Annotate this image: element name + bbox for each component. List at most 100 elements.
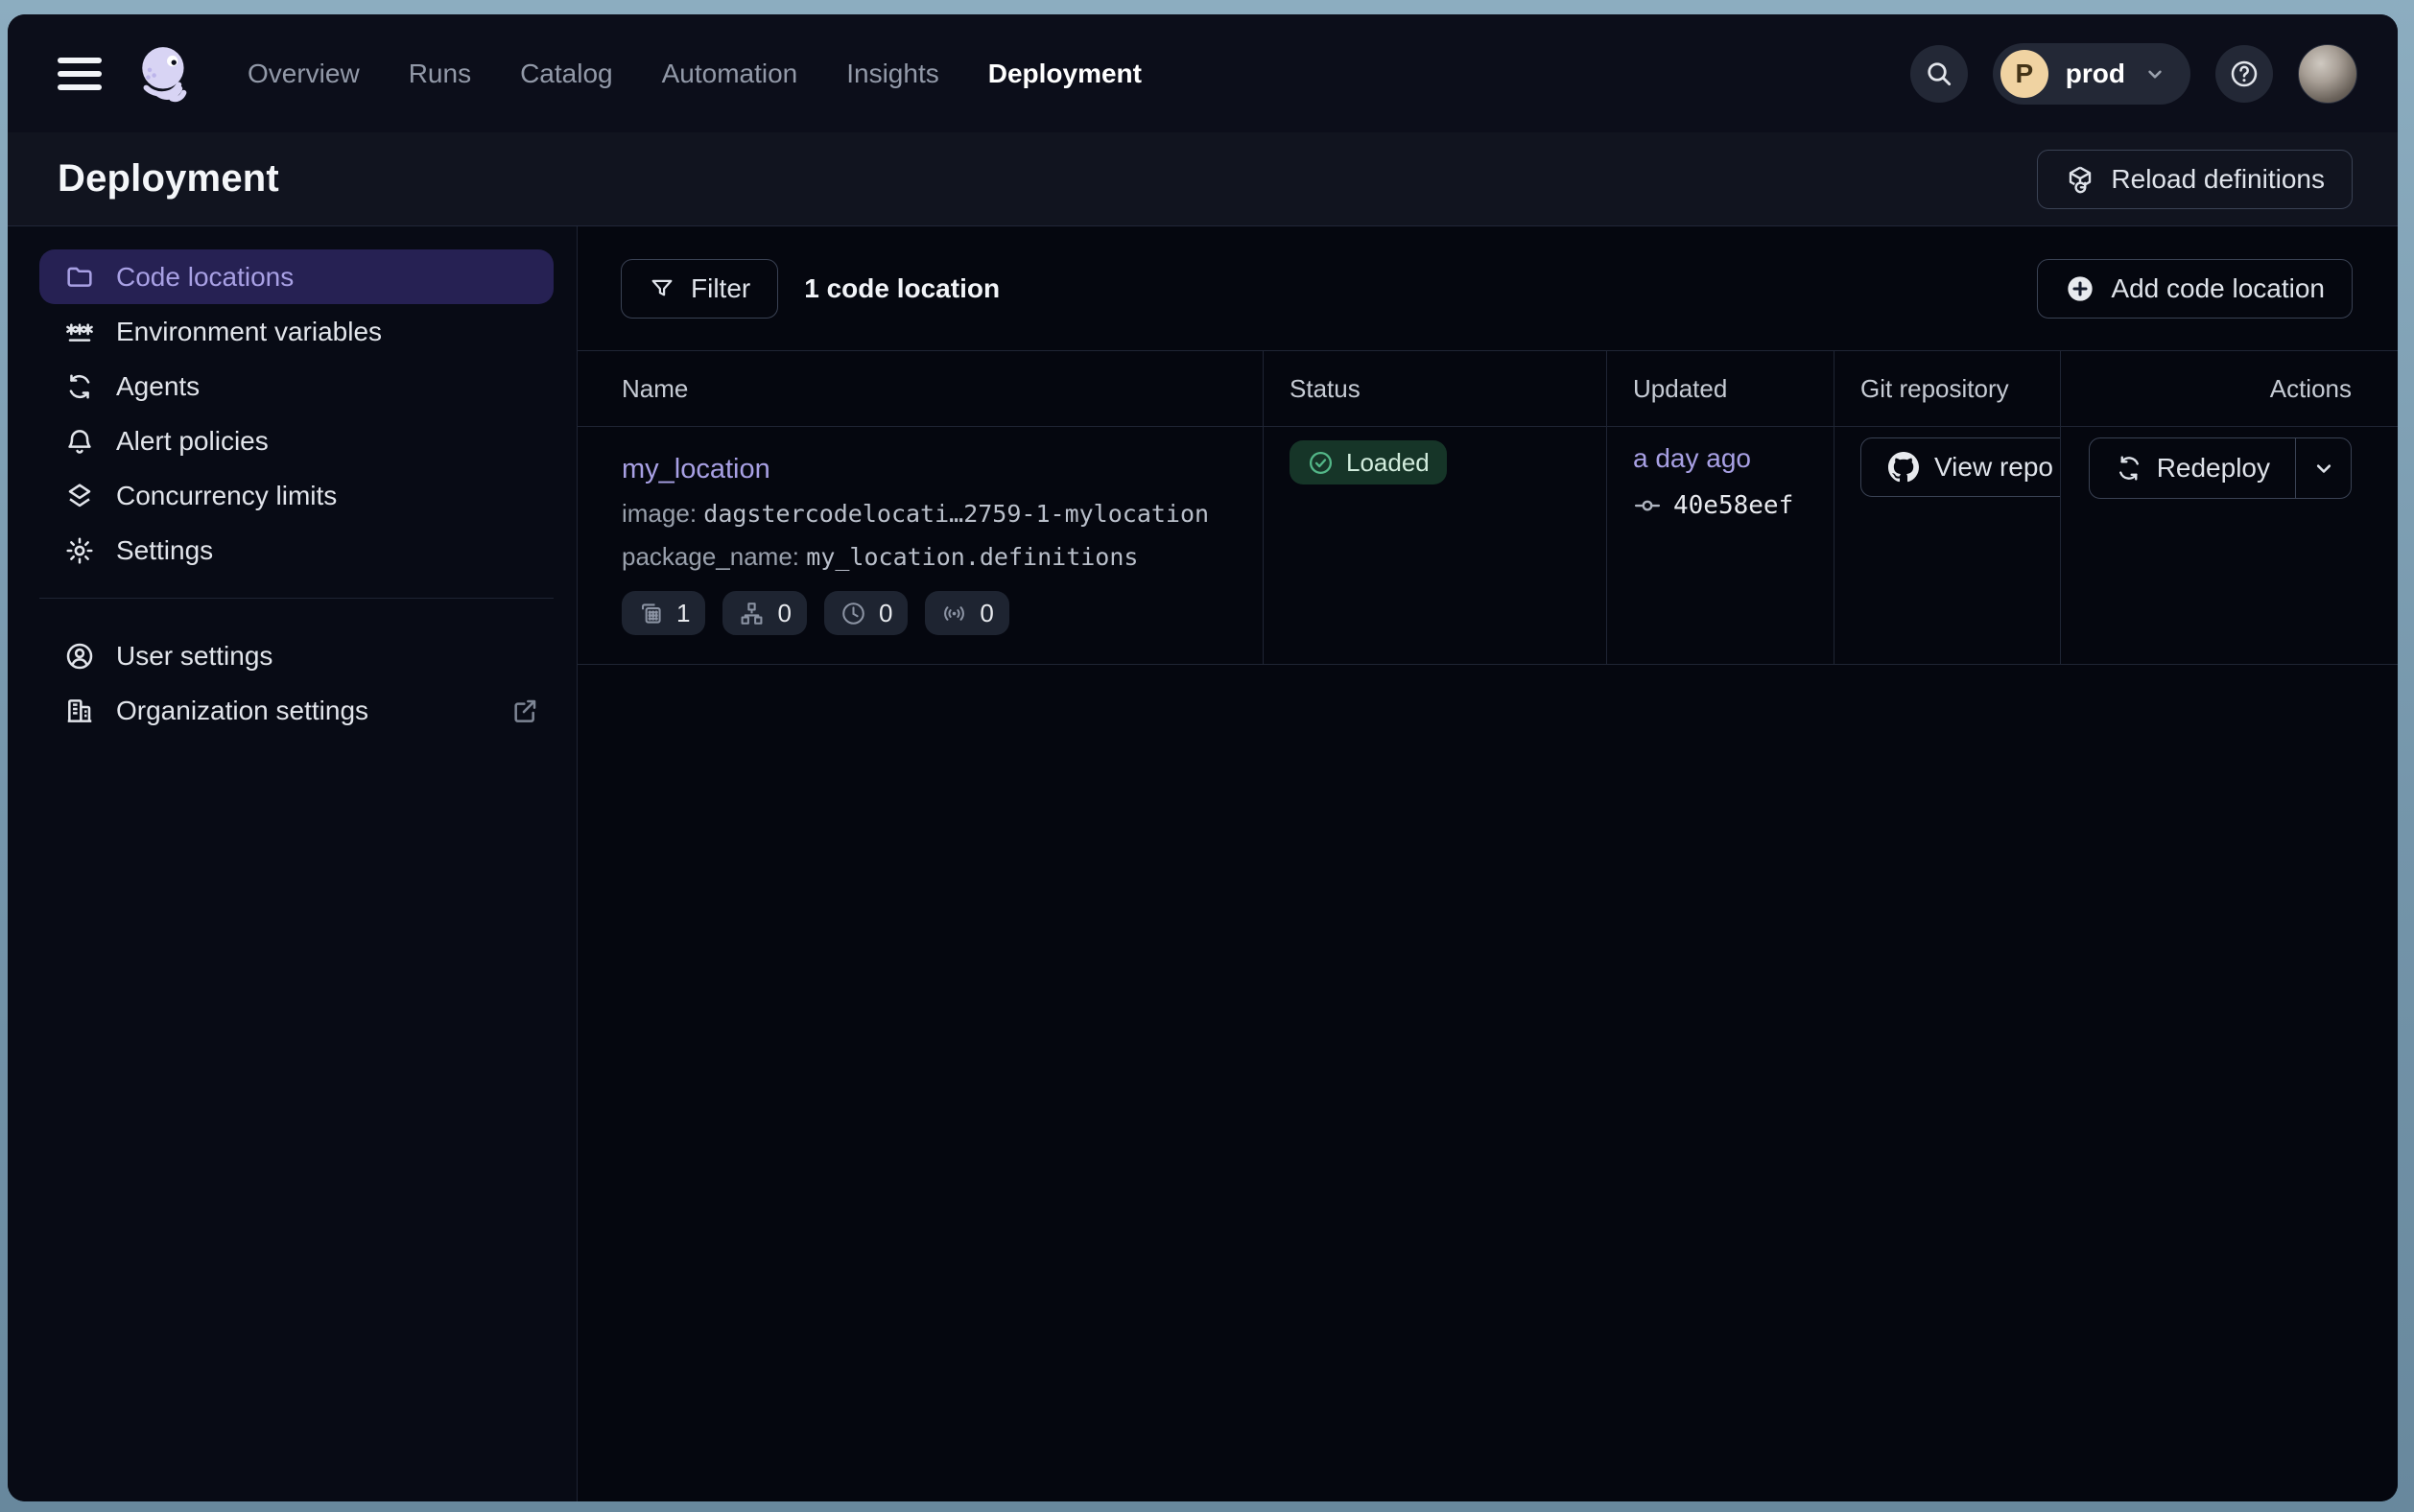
updated-time-link[interactable]: a day ago [1633, 443, 1751, 474]
redeploy-refresh-icon [2115, 454, 2143, 483]
external-link-icon [509, 696, 540, 726]
page-header: Deployment Reload definitions [8, 132, 2398, 226]
package-reload-icon [2065, 164, 2095, 195]
nav-item-overview[interactable]: Overview [248, 59, 360, 89]
code-locations-table: Name Status Updated Git repository Actio… [578, 350, 2398, 665]
image-label: image: [622, 499, 697, 528]
updated-cell: a day ago 40e58eef [1606, 427, 1834, 664]
view-repo-button[interactable]: View repo [1860, 437, 2060, 497]
sensors-count: 0 [980, 599, 993, 628]
reload-definitions-label: Reload definitions [2111, 164, 2325, 195]
git-commit-icon [1633, 491, 1662, 520]
table-header-row: Name Status Updated Git repository Actio… [578, 351, 2398, 427]
sidebar-divider [39, 598, 554, 599]
assets-count: 1 [676, 599, 690, 628]
column-header-status: Status [1263, 351, 1606, 426]
nav-item-deployment[interactable]: Deployment [988, 59, 1142, 89]
sidebar-item-environment-variables[interactable]: Environment variables [39, 304, 554, 359]
sidebar-item-alert-policies[interactable]: Alert policies [39, 413, 554, 468]
filter-label: Filter [691, 273, 750, 304]
schedules-icon [840, 600, 867, 627]
nav-item-runs[interactable]: Runs [409, 59, 471, 89]
github-icon [1888, 452, 1919, 483]
nav-item-automation[interactable]: Automation [662, 59, 798, 89]
sidebar-item-label: Alert policies [116, 426, 269, 457]
primary-nav: Overview Runs Catalog Automation Insight… [248, 59, 1142, 89]
actions-cell: Redeploy [2060, 427, 2398, 664]
redeploy-label: Redeploy [2157, 453, 2270, 484]
name-cell: my_location image: dagstercodelocati…275… [578, 427, 1263, 664]
package-label: package_name: [622, 542, 799, 571]
filter-button[interactable]: Filter [621, 259, 778, 319]
sensors-count-badge[interactable]: 0 [925, 591, 1008, 635]
status-badge: Loaded [1290, 440, 1447, 484]
sidebar-item-label: User settings [116, 641, 272, 672]
sidebar-item-code-locations[interactable]: Code locations [39, 249, 554, 304]
sidebar-item-label: Concurrency limits [116, 481, 337, 511]
page-title: Deployment [58, 157, 279, 201]
sidebar-item-user-settings[interactable]: User settings [39, 628, 554, 683]
hamburger-menu-icon[interactable] [58, 58, 102, 90]
schedules-count: 0 [879, 599, 892, 628]
deployment-avatar: P [2000, 50, 2048, 98]
deployment-name: prod [2066, 59, 2125, 89]
help-button[interactable] [2215, 45, 2273, 103]
deployment-switcher[interactable]: P prod [1993, 43, 2190, 105]
column-header-actions: Actions [2060, 351, 2398, 426]
status-cell: Loaded [1263, 427, 1606, 664]
schedules-count-badge[interactable]: 0 [824, 591, 908, 635]
reload-definitions-button[interactable]: Reload definitions [2037, 150, 2353, 209]
chevron-down-icon [2310, 455, 2337, 482]
dagster-app-window: Overview Runs Catalog Automation Insight… [8, 14, 2398, 1501]
sync-icon [64, 371, 95, 402]
jobs-count: 0 [777, 599, 791, 628]
package-value: my_location.definitions [806, 543, 1138, 571]
jobs-icon [738, 600, 766, 627]
user-circle-icon [64, 641, 95, 672]
assets-icon [637, 600, 665, 627]
gear-icon [64, 535, 95, 566]
add-code-location-button[interactable]: Add code location [2037, 259, 2353, 319]
sidebar-item-agents[interactable]: Agents [39, 359, 554, 413]
nav-item-insights[interactable]: Insights [846, 59, 939, 89]
commit-line: 40e58eef [1633, 491, 1834, 520]
plus-circle-icon [2065, 273, 2095, 304]
code-location-link[interactable]: my_location [622, 454, 770, 485]
dagster-logo[interactable] [134, 42, 198, 106]
toolbar: Filter 1 code location Add code location [578, 226, 2398, 350]
sidebar-item-label: Code locations [116, 262, 294, 293]
search-button[interactable] [1910, 45, 1968, 103]
sensors-icon [940, 600, 968, 627]
sidebar-item-label: Organization settings [116, 696, 368, 726]
code-locations-panel: Filter 1 code location Add code location… [578, 226, 2398, 1501]
image-value: dagstercodelocati…2759-1-mylocation [703, 500, 1209, 528]
commit-hash: 40e58eef [1673, 491, 1793, 520]
layers-icon [64, 481, 95, 511]
nav-item-catalog[interactable]: Catalog [520, 59, 613, 89]
assets-count-badge[interactable]: 1 [622, 591, 705, 635]
user-avatar[interactable] [2298, 44, 2357, 104]
column-header-git-repository: Git repository [1834, 351, 2060, 426]
column-header-name: Name [578, 351, 1263, 426]
column-header-updated: Updated [1606, 351, 1834, 426]
package-line: package_name: my_location.definitions [622, 542, 1228, 572]
sidebar-item-settings[interactable]: Settings [39, 523, 554, 578]
sidebar-item-organization-settings[interactable]: Organization settings [39, 683, 554, 738]
deployment-sidebar: Code locations Environment variables [8, 226, 578, 1501]
definition-count-badges: 1 0 [622, 591, 1228, 635]
add-code-location-label: Add code location [2111, 273, 2325, 304]
redeploy-split-button: Redeploy [2089, 437, 2352, 499]
redeploy-more-options-button[interactable] [2295, 438, 2351, 498]
chevron-down-icon [2142, 61, 2167, 86]
sidebar-item-label: Settings [116, 535, 213, 566]
table-row: my_location image: dagstercodelocati…275… [578, 427, 2398, 665]
jobs-count-badge[interactable]: 0 [722, 591, 806, 635]
sidebar-item-concurrency-limits[interactable]: Concurrency limits [39, 468, 554, 523]
redeploy-button[interactable]: Redeploy [2090, 438, 2295, 498]
filter-funnel-icon [649, 275, 675, 302]
top-nav: Overview Runs Catalog Automation Insight… [8, 14, 2398, 132]
sidebar-item-label: Environment variables [116, 317, 382, 347]
image-line: image: dagstercodelocati…2759-1-mylocati… [622, 499, 1228, 529]
git-repository-cell: View repo [1834, 427, 2060, 664]
bell-icon [64, 426, 95, 457]
